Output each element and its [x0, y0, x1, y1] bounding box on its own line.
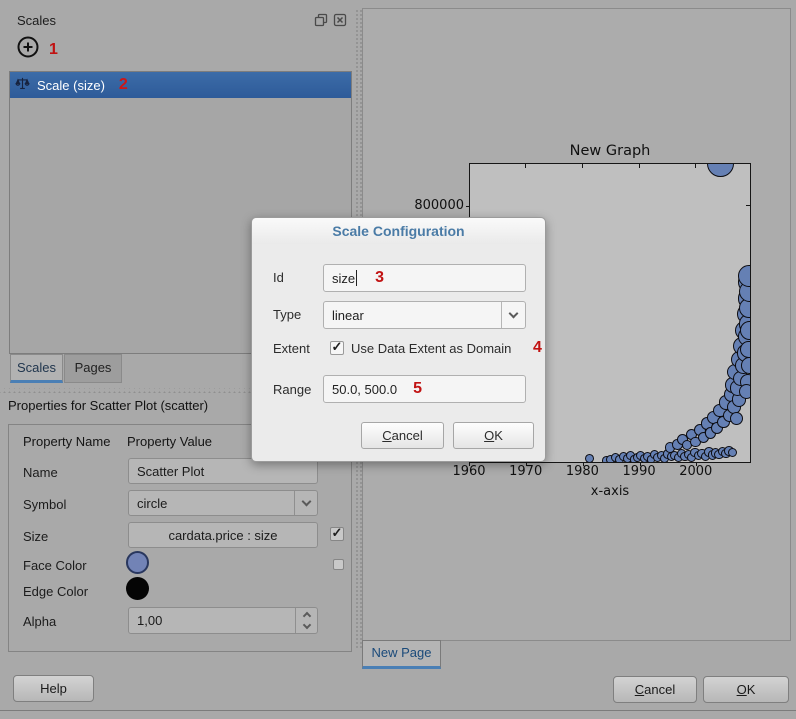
scales-list-item-label: Scale (size)	[37, 78, 105, 93]
annotation-2: 2	[119, 76, 128, 94]
scale-balance-icon	[15, 76, 30, 94]
tab-pages[interactable]: Pages	[64, 354, 122, 383]
scatter-point	[739, 384, 750, 399]
scales-list-item-scale-size[interactable]: Scale (size) 2	[10, 72, 351, 98]
help-button[interactable]: Help	[13, 675, 94, 702]
face-color-checkbox[interactable]	[333, 559, 344, 570]
scatter-point	[738, 265, 750, 287]
x-tick-label: 1970	[504, 464, 548, 479]
extent-field-label: Extent	[273, 341, 310, 356]
column-header-property-name: Property Name	[23, 434, 110, 449]
size-enabled-checkbox[interactable]	[330, 527, 344, 541]
y-tick-right	[746, 205, 750, 206]
ok-button[interactable]: OK	[703, 676, 789, 703]
x-tick-label: 1960	[447, 464, 491, 479]
text-caret	[356, 270, 357, 286]
type-select[interactable]: linear	[323, 301, 526, 329]
annotation-3: 3	[375, 269, 384, 287]
id-field-label: Id	[273, 270, 284, 285]
x-tick-top	[639, 164, 640, 168]
scatter-point	[740, 321, 750, 340]
prop-label-alpha: Alpha	[23, 614, 56, 629]
x-tick-labels: 19601970198019902000	[469, 464, 751, 480]
range-input[interactable]: 50.0, 500.0 5	[323, 375, 526, 403]
tab-new-page[interactable]: New Page	[362, 640, 441, 669]
annotation-5: 5	[413, 380, 422, 398]
properties-heading: Properties for Scatter Plot (scatter)	[8, 398, 208, 413]
plot-title: New Graph	[469, 143, 751, 159]
column-header-property-value: Property Value	[127, 434, 212, 449]
face-color-swatch[interactable]	[126, 551, 149, 574]
scale-configuration-dialog: Scale Configuration Id size 3 Type linea…	[251, 217, 546, 462]
alpha-spinbox[interactable]: 1,00	[128, 607, 318, 634]
annotation-1: 1	[49, 41, 58, 59]
extent-checkbox[interactable]	[330, 341, 344, 355]
x-axis-label: x-axis	[469, 484, 751, 499]
edge-color-swatch[interactable]	[126, 577, 149, 600]
x-tick-top	[525, 164, 526, 168]
close-panel-icon[interactable]	[333, 13, 347, 27]
x-tick-top	[582, 164, 583, 168]
chevron-down-icon	[501, 302, 525, 328]
x-tick-label: 2000	[674, 464, 718, 479]
scatter-point	[585, 454, 594, 462]
type-field-label: Type	[273, 307, 301, 322]
plus-circle-icon	[16, 47, 40, 62]
cancel-button[interactable]: Cancel	[613, 676, 697, 703]
range-field-label: Range	[273, 382, 311, 397]
scatter-point	[730, 412, 743, 425]
size-mapping-button[interactable]: cardata.price : size	[128, 522, 318, 548]
prop-label-face-color: Face Color	[23, 558, 87, 573]
symbol-select[interactable]: circle	[128, 490, 318, 516]
y-tick-left	[466, 206, 470, 207]
x-tick-label: 1980	[560, 464, 604, 479]
dock-title: Scales	[17, 13, 56, 28]
id-input[interactable]: size 3	[323, 264, 526, 292]
annotation-4: 4	[533, 339, 542, 357]
tab-scales[interactable]: Scales	[10, 354, 63, 383]
chevron-down-icon	[294, 491, 317, 515]
x-tick-top	[695, 164, 696, 168]
y-tick-label: 800000	[398, 198, 464, 213]
extent-checkbox-label: Use Data Extent as Domain	[351, 341, 511, 356]
float-panel-icon[interactable]	[314, 13, 328, 27]
x-tick-label: 1990	[617, 464, 661, 479]
spinner-arrows-icon[interactable]	[295, 608, 317, 633]
prop-label-size: Size	[23, 529, 48, 544]
add-scale-button[interactable]	[16, 35, 40, 59]
prop-label-symbol: Symbol	[23, 497, 66, 512]
scatter-point	[741, 357, 750, 374]
scatter-point	[707, 164, 734, 177]
prop-label-edge-color: Edge Color	[23, 584, 88, 599]
window-bottom-divider	[0, 710, 796, 711]
prop-label-name: Name	[23, 465, 58, 480]
scatter-point	[728, 448, 738, 458]
dialog-ok-button[interactable]: OK	[453, 422, 534, 449]
dialog-title: Scale Configuration	[252, 218, 545, 244]
dialog-cancel-button[interactable]: Cancel	[361, 422, 444, 449]
